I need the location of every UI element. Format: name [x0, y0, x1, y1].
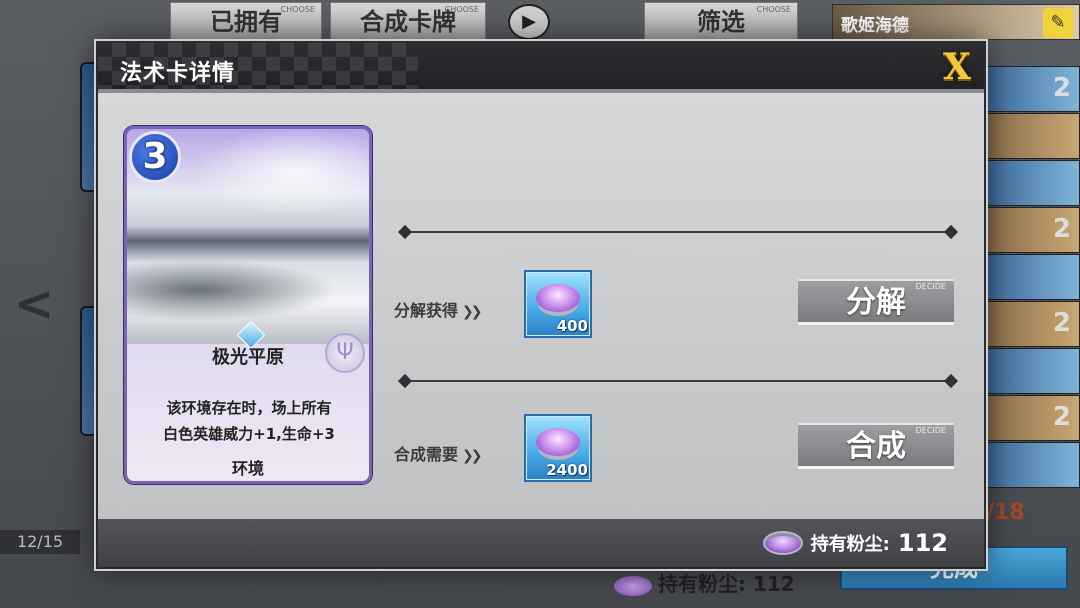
- tab-owned-label: 已拥有: [210, 8, 282, 36]
- list-item[interactable]: 2: [986, 301, 1080, 347]
- list-item[interactable]: [986, 254, 1080, 300]
- divider: [397, 373, 959, 389]
- close-button[interactable]: X: [940, 49, 974, 85]
- disenchant-label: 分解获得: [394, 301, 459, 320]
- tab-filter[interactable]: 筛选 CHOOSE: [644, 2, 798, 40]
- edit-icon[interactable]: ✎: [1043, 8, 1073, 38]
- disenchant-button-label: 分解: [846, 285, 906, 320]
- craft-button-sub: DECIDE: [915, 426, 946, 435]
- tab-owned[interactable]: 已拥有 CHOOSE: [170, 2, 322, 40]
- right-count: /18: [986, 500, 1025, 525]
- chevron-right-icon: ❯❯: [462, 448, 483, 464]
- tab-owned-sub: CHOOSE: [280, 5, 315, 14]
- list-item-count: 2: [1052, 214, 1071, 244]
- card-cost: 3: [129, 131, 181, 183]
- craft-label-row: 合成需要 ❯❯: [394, 441, 483, 465]
- list-item-count: 2: [1052, 73, 1071, 103]
- tab-filter-label: 筛选: [697, 8, 745, 36]
- craft-label: 合成需要: [394, 445, 459, 464]
- craft-amount: 2400: [546, 461, 588, 479]
- spell-card: 3 Ψ 极光平原 该环境存在时，场上所有 白色英雄威力+1,生命+3 环境: [124, 126, 372, 484]
- owned-dust: 持有粉尘: 112: [762, 525, 948, 561]
- list-item[interactable]: [986, 113, 1080, 159]
- disenchant-amount: 400: [556, 317, 588, 335]
- tab-craft-cards[interactable]: 合成卡牌 CHOOSE: [330, 2, 486, 40]
- hero-name: 歌姬海德: [841, 16, 909, 36]
- craft-button-label: 合成: [846, 429, 906, 464]
- list-item[interactable]: 2: [986, 207, 1080, 253]
- dust-icon: [536, 284, 580, 312]
- spell-card-detail-dialog: 法术卡详情 X 3 Ψ 极光平原 该环境存在时，场上所有 白色英雄威力+1,生命…: [96, 41, 986, 569]
- list-item[interactable]: [986, 348, 1080, 394]
- disenchant-button[interactable]: 分解 DECIDE: [798, 279, 954, 325]
- list-item[interactable]: [986, 442, 1080, 488]
- deck-card-list: 2 2 2 2: [986, 66, 1080, 496]
- hero-banner[interactable]: 歌姬海德 ✎: [832, 4, 1080, 40]
- card-type: 环境: [231, 459, 264, 478]
- owned-dust-value: 112: [897, 529, 948, 557]
- list-item-count: 2: [1052, 402, 1071, 432]
- dust-icon: [614, 575, 652, 596]
- craft-dust-cost: 2400: [524, 414, 592, 482]
- list-item-count: 2: [1052, 308, 1071, 338]
- dialog-footer: 持有粉尘: 112: [98, 519, 984, 567]
- list-item[interactable]: 2: [986, 66, 1080, 112]
- play-icon[interactable]: ▶: [508, 4, 550, 40]
- list-item[interactable]: [986, 160, 1080, 206]
- divider: [397, 224, 959, 240]
- craft-button[interactable]: 合成 DECIDE: [798, 423, 954, 469]
- dust-icon: [536, 428, 580, 456]
- card-description: 该环境存在时，场上所有 白色英雄威力+1,生命+3: [143, 395, 355, 447]
- list-item[interactable]: 2: [986, 395, 1080, 441]
- background-dust-label: 持有粉尘:: [658, 572, 746, 596]
- card-description-line: 该环境存在时，场上所有: [166, 399, 332, 417]
- tab-filter-sub: CHOOSE: [756, 5, 791, 14]
- disenchant-dust-reward: 400: [524, 270, 592, 338]
- tab-craft-sub: CHOOSE: [444, 5, 479, 14]
- deck-count: 12/15: [0, 530, 80, 554]
- card-name: 极光平原: [212, 347, 284, 368]
- disenchant-button-sub: DECIDE: [915, 282, 946, 291]
- chevron-right-icon: ❯❯: [462, 304, 483, 320]
- background-dust: 持有粉尘: 112: [614, 568, 795, 597]
- card-description-line: 白色英雄威力+1,生命+3: [163, 425, 335, 443]
- disenchant-label-row: 分解获得 ❯❯: [394, 297, 483, 321]
- owned-dust-label: 持有粉尘:: [810, 534, 890, 555]
- dialog-header: 法术卡详情 X: [98, 43, 984, 93]
- dialog-title: 法术卡详情: [120, 61, 236, 86]
- dust-icon: [762, 531, 803, 555]
- back-arrow-icon[interactable]: <: [14, 276, 54, 332]
- tab-craft-label: 合成卡牌: [360, 8, 456, 36]
- background-dust-value: 112: [752, 572, 795, 596]
